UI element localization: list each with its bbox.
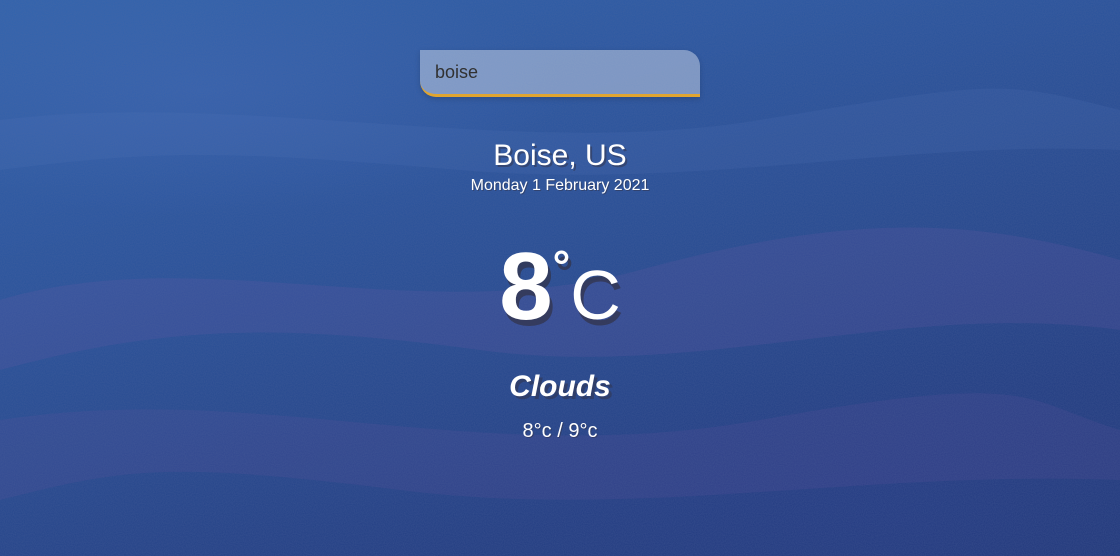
- search-input[interactable]: [420, 50, 700, 94]
- temperature: 8°C: [499, 232, 621, 350]
- temperature-box: 8°C: [499, 232, 621, 350]
- temperature-unit: C: [570, 256, 621, 334]
- search-box: [420, 50, 700, 97]
- degree-symbol: °: [552, 242, 571, 291]
- location-box: Boise, US Monday 1 February 2021: [471, 139, 650, 196]
- temperature-range: 8°c / 9°c: [522, 420, 598, 442]
- temperature-value: 8: [499, 233, 553, 340]
- weather-condition: Clouds: [509, 370, 611, 403]
- date-label: Monday 1 February 2021: [470, 177, 650, 194]
- weather-app: Boise, US Monday 1 February 2021 8°C Clo…: [0, 0, 1120, 556]
- location-name: Boise, US: [493, 139, 627, 172]
